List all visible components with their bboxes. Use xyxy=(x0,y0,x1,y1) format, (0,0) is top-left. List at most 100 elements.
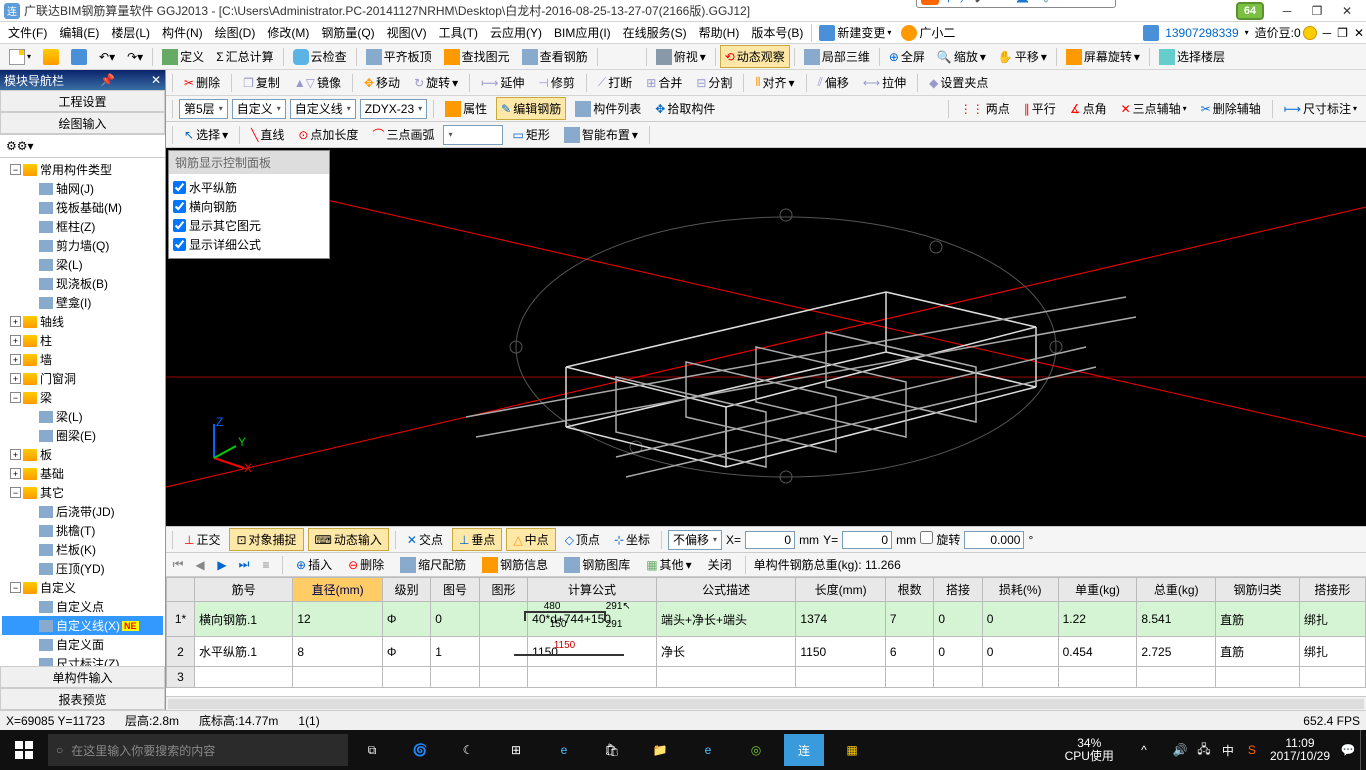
intersection-snap[interactable]: ✕交点 xyxy=(402,528,448,551)
tree-挑檐(T)[interactable]: 挑檐(T) xyxy=(2,521,163,540)
menu-工具(T)[interactable]: 工具(T) xyxy=(433,22,484,43)
insert-row-button[interactable]: ⊕插入 xyxy=(291,553,337,576)
col-header[interactable]: 单重(kg) xyxy=(1058,578,1137,602)
cell[interactable]: 绑扎 xyxy=(1299,602,1365,637)
cell[interactable] xyxy=(1058,667,1137,688)
cell[interactable]: 8.541 xyxy=(1137,602,1216,637)
find-element-button[interactable]: 查找图元 xyxy=(439,45,515,68)
overhead-button[interactable]: 俯视▾ xyxy=(651,45,711,68)
3d-viewport[interactable]: 钢筋显示控制面板 水平纵筋横向钢筋显示其它图元显示详细公式 Z X Y xyxy=(166,148,1366,526)
copy-button[interactable]: ❐复制 xyxy=(238,71,285,94)
col-header[interactable]: 总重(kg) xyxy=(1137,578,1216,602)
y-input[interactable] xyxy=(842,531,892,549)
point-angle-button[interactable]: ∡点角 xyxy=(1065,97,1112,120)
taskbar-app-5[interactable]: 连 xyxy=(784,734,824,766)
nav-last[interactable]: ⏭ xyxy=(236,557,252,573)
select-floor-button[interactable]: 选择楼层 xyxy=(1154,45,1230,68)
other-button[interactable]: ▦其他▾ xyxy=(641,553,696,576)
split-button[interactable]: ⊟分割 xyxy=(691,71,737,94)
trim-button[interactable]: ⊣修剪 xyxy=(533,71,579,94)
select-tool[interactable]: ↖选择▾ xyxy=(179,123,233,146)
undo-button[interactable]: ↶▾ xyxy=(94,47,120,67)
col-header[interactable]: 计算公式 xyxy=(528,578,657,602)
cell[interactable]: 1* xyxy=(167,602,195,637)
cell[interactable]: 12 xyxy=(293,602,383,637)
flat-slab-button[interactable]: 平齐板顶 xyxy=(361,45,437,68)
scale-rebar-button[interactable]: 缩尺配筋 xyxy=(395,553,471,576)
sidebar-draw-input[interactable]: 绘图输入 xyxy=(0,112,165,134)
tree-梁[interactable]: −梁 xyxy=(2,388,163,407)
tree-自定义线(X)[interactable]: 自定义线(X)NE xyxy=(2,616,163,635)
cell[interactable]: 0 xyxy=(934,602,982,637)
cell[interactable] xyxy=(982,667,1058,688)
taskbar-app-3[interactable]: ⊞ xyxy=(492,730,540,770)
dynamic-input-toggle[interactable]: ⌨动态输入 xyxy=(308,528,389,551)
taskbar-app-4[interactable]: ◎ xyxy=(732,730,780,770)
sidebar-report-preview[interactable]: 报表预览 xyxy=(0,688,165,710)
cell[interactable]: 1 xyxy=(431,637,479,667)
nav-first[interactable]: ⏮ xyxy=(170,557,186,573)
pan-button[interactable]: ✋平移▾ xyxy=(993,45,1052,68)
tray-clock[interactable]: 11:092017/10/29 xyxy=(1264,737,1336,763)
tree-自定义[interactable]: −自定义 xyxy=(2,578,163,597)
cloud-check-button[interactable]: 云检查 xyxy=(288,45,352,68)
col-header[interactable]: 筋号 xyxy=(195,578,293,602)
cell[interactable] xyxy=(796,667,886,688)
cell[interactable]: 0 xyxy=(982,602,1058,637)
dimension-button[interactable]: ⟼尺寸标注▾ xyxy=(1279,97,1362,120)
tree-剪力墙(Q)[interactable]: 剪力墙(Q) xyxy=(2,236,163,255)
cell[interactable]: 直筋 xyxy=(1216,637,1300,667)
tree-toggle-icon[interactable]: + xyxy=(10,316,21,327)
ime-punct[interactable]: ， xyxy=(959,0,971,5)
cell[interactable] xyxy=(479,667,527,688)
cell[interactable]: 3 xyxy=(167,667,195,688)
set-grip-button[interactable]: ◆设置夹点 xyxy=(924,71,993,94)
vertex-snap[interactable]: ◇顶点 xyxy=(560,528,605,551)
tree-自定义面[interactable]: 自定义面 xyxy=(2,635,163,654)
tree-toggle-icon[interactable]: − xyxy=(10,582,21,593)
cell[interactable] xyxy=(1137,667,1216,688)
rebar-table[interactable]: 筋号直径(mm)级别图号图形计算公式公式描述长度(mm)根数搭接损耗(%)单重(… xyxy=(166,577,1366,688)
x-input[interactable] xyxy=(745,531,795,549)
cell[interactable]: 8 xyxy=(293,637,383,667)
taskbar-search[interactable]: ○在这里输入你要搜索的内容 xyxy=(48,734,348,766)
nav-next[interactable]: ▶ xyxy=(214,557,230,573)
tree-筏板基础(M)[interactable]: 筏板基础(M) xyxy=(2,198,163,217)
taskbar-app-1[interactable]: 🌀 xyxy=(396,730,444,770)
view-steel-button[interactable]: 查看钢筋 S 中 ， 🎤⌨👤🔧 xyxy=(517,45,593,68)
cost-bean[interactable]: 造价豆:0 xyxy=(1255,24,1317,41)
col-header[interactable]: 级别 xyxy=(382,578,430,602)
properties-button[interactable]: 属性 xyxy=(440,97,492,120)
mirror-button[interactable]: ▲▽镜像 xyxy=(289,71,346,94)
new-button[interactable]: ▾ xyxy=(4,46,36,68)
define-button[interactable]: 定义 xyxy=(157,45,209,68)
delete-row-button[interactable]: ⊖删除 xyxy=(343,553,389,576)
midpoint-snap[interactable]: △中点 xyxy=(506,528,555,551)
close-button[interactable]: ✕ xyxy=(1332,1,1362,21)
menu-视图(V)[interactable]: 视图(V) xyxy=(381,22,433,43)
ortho-toggle[interactable]: ⊥正交 xyxy=(179,528,225,551)
cell[interactable] xyxy=(1299,667,1365,688)
cell[interactable]: Φ xyxy=(382,637,430,667)
cell[interactable]: 6 xyxy=(885,637,933,667)
col-header[interactable]: 公式描述 xyxy=(656,578,795,602)
cell[interactable] xyxy=(656,667,795,688)
sidebar-close-icon[interactable]: ✕ xyxy=(151,73,161,87)
tree-框柱(Z)[interactable]: 框柱(Z) xyxy=(2,217,163,236)
cell[interactable]: 1.22 xyxy=(1058,602,1137,637)
rebar-info-button[interactable]: 钢筋信息 xyxy=(477,553,553,576)
tree-栏板(K)[interactable]: 栏板(K) xyxy=(2,540,163,559)
open-button[interactable] xyxy=(38,46,64,68)
inner-minimize[interactable]: ─ xyxy=(1323,26,1332,40)
col-header[interactable]: 图号 xyxy=(431,578,479,602)
tree-梁(L)[interactable]: 梁(L) xyxy=(2,407,163,426)
custom-line-combo[interactable]: 自定义线▾ xyxy=(290,99,356,119)
cell[interactable]: 2 xyxy=(167,637,195,667)
zdyx-combo[interactable]: ZDYX-23▾ xyxy=(360,99,427,119)
local-3d-button[interactable]: 局部三维 xyxy=(799,45,875,68)
smart-layout-tool[interactable]: 智能布置▾ xyxy=(559,123,643,146)
cell[interactable]: 0 xyxy=(982,637,1058,667)
cell[interactable] xyxy=(1216,667,1300,688)
tree-尺寸标注(Z)[interactable]: 尺寸标注(Z) xyxy=(2,654,163,666)
pin-icon[interactable]: 📌 xyxy=(100,73,115,87)
